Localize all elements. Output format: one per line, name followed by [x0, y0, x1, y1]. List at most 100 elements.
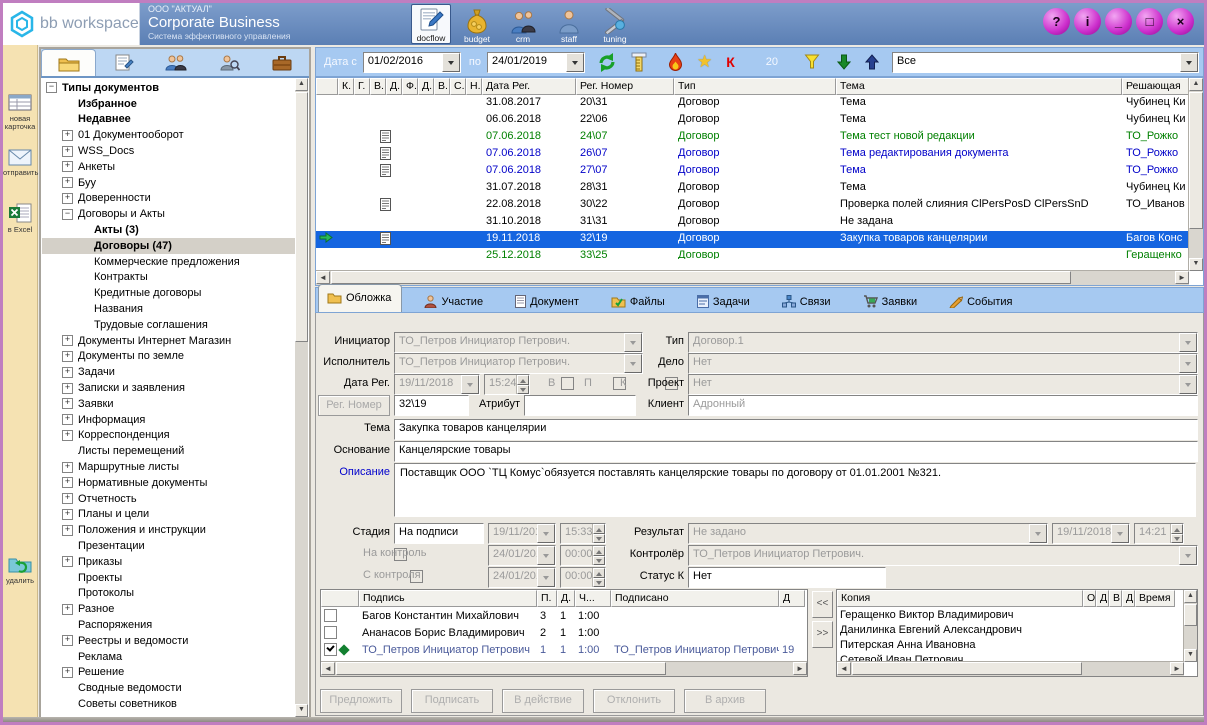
client-field[interactable]: Адронный: [688, 395, 1198, 416]
on-control-date-picker[interactable]: 24/01/2019: [488, 545, 556, 566]
reg-number-field[interactable]: 32\19: [394, 395, 469, 416]
tree-item[interactable]: +Отчетность: [42, 491, 295, 507]
column-header[interactable]: Ф.: [402, 78, 418, 95]
delete-button[interactable]: удалить: [3, 553, 37, 585]
stage-time-spinner[interactable]: 15:33: [560, 523, 606, 544]
tree-item[interactable]: Избранное: [42, 96, 295, 112]
copies-vertical-scrollbar[interactable]: ▲ ▼: [1183, 590, 1197, 662]
action-button-4[interactable]: Отклонить: [593, 689, 675, 713]
sidebar-tab-folders[interactable]: [41, 49, 96, 76]
favorite-star-icon[interactable]: ★: [697, 52, 712, 72]
chevron-down-icon[interactable]: [566, 53, 584, 72]
document-row[interactable]: 31.08.201720\31ДоговорТемаЧубинец Ки: [316, 95, 1189, 112]
tree-item[interactable]: +Анкеты: [42, 159, 295, 175]
module-staff[interactable]: staff: [549, 4, 589, 44]
new-card-button[interactable]: новая карточка: [3, 93, 37, 131]
tree-item[interactable]: +Нормативные документы: [42, 475, 295, 491]
signature-row[interactable]: ТО_Петров Инициатор Петрович111:00ТО_Пет…: [321, 641, 807, 658]
chevron-down-icon[interactable]: [537, 568, 555, 587]
expand-icon[interactable]: +: [62, 430, 73, 441]
scroll-right-icon[interactable]: ►: [793, 662, 807, 675]
tree-item[interactable]: +Доверенности: [42, 191, 295, 207]
tree-item[interactable]: Презентации: [42, 538, 295, 554]
chevron-down-icon[interactable]: [1179, 375, 1197, 394]
tree-item[interactable]: +Документы по земле: [42, 349, 295, 365]
result-time-spinner[interactable]: 14:21: [1134, 523, 1184, 544]
expand-icon[interactable]: +: [62, 130, 73, 141]
chevron-down-icon[interactable]: [1179, 354, 1197, 373]
signature-row[interactable]: Багов Константин Михайлович311:00: [321, 607, 807, 624]
column-header[interactable]: Г.: [354, 78, 370, 95]
tree-item[interactable]: +WSS_Docs: [42, 143, 295, 159]
tree-item[interactable]: +01 Документооборот: [42, 127, 295, 143]
reg-date-picker[interactable]: 19/11/2018: [394, 374, 480, 395]
scrollbar-thumb[interactable]: [331, 271, 1071, 284]
module-tuning[interactable]: tuning: [595, 4, 635, 44]
description-label[interactable]: Описание: [316, 463, 390, 478]
tab-документ[interactable]: Документ: [507, 292, 589, 312]
chevron-down-icon[interactable]: [1180, 53, 1198, 72]
expand-icon[interactable]: +: [62, 556, 73, 567]
chevron-down-icon[interactable]: [537, 524, 555, 543]
scroll-down-icon[interactable]: ▼: [1189, 258, 1203, 271]
tab-события[interactable]: События: [941, 292, 1022, 312]
spin-down-icon[interactable]: [517, 385, 529, 395]
tree-item[interactable]: Кредитные договоры: [42, 285, 295, 301]
documents-vertical-scrollbar[interactable]: ▲ ▼: [1188, 78, 1203, 271]
document-row[interactable]: 07.06.201827\07ДоговорТемаТО_Рожко: [316, 163, 1189, 180]
signature-checkbox[interactable]: [324, 609, 337, 622]
copy-row[interactable]: Питерская Анна Ивановна: [837, 637, 1197, 652]
module-docflow[interactable]: docflow: [411, 4, 451, 44]
column-header[interactable]: О: [1083, 590, 1096, 607]
tree-item[interactable]: +Решение: [42, 664, 295, 680]
tree-item[interactable]: +Задачи: [42, 364, 295, 380]
scroll-right-icon[interactable]: ►: [1175, 271, 1189, 284]
minimize-button[interactable]: _: [1105, 8, 1132, 35]
expand-icon[interactable]: +: [62, 493, 73, 504]
tree-item[interactable]: Протоколы: [42, 586, 295, 602]
column-header[interactable]: Д.: [557, 590, 575, 607]
tree-item[interactable]: +Записки и заявления: [42, 380, 295, 396]
column-header[interactable]: [321, 590, 359, 607]
move-left-button[interactable]: <<: [812, 591, 833, 618]
help-button[interactable]: ?: [1043, 8, 1070, 35]
expand-icon[interactable]: +: [62, 477, 73, 488]
tab-файлы[interactable]: Файлы: [603, 292, 675, 312]
scroll-down-icon[interactable]: ▼: [295, 704, 308, 717]
sort-up-icon[interactable]: [865, 54, 879, 70]
scrollbar-thumb[interactable]: [1184, 604, 1197, 626]
document-row[interactable]: 07.06.201824\07ДоговорТема тест новой ре…: [316, 129, 1189, 146]
controller-select[interactable]: ТО_Петров Инициатор Петрович.: [688, 545, 1198, 566]
document-row[interactable]: 22.08.201830\22ДоговорПроверка полей сли…: [316, 197, 1189, 214]
k-filter-icon[interactable]: К: [726, 54, 735, 70]
tree-item[interactable]: +Буу: [42, 175, 295, 191]
chevron-down-icon[interactable]: [1029, 524, 1047, 543]
tree-item[interactable]: +Реестры и ведомости: [42, 633, 295, 649]
chevron-down-icon[interactable]: [461, 375, 479, 394]
expand-icon[interactable]: +: [62, 193, 73, 204]
column-header[interactable]: Ч...: [575, 590, 611, 607]
signature-row[interactable]: Ананасов Борис Владимирович211:00: [321, 624, 807, 641]
column-header[interactable]: Д: [779, 590, 805, 607]
module-budget[interactable]: budget: [457, 4, 497, 44]
sidebar-tab-inspect[interactable]: [203, 49, 256, 76]
tree-scrollbar-thumb[interactable]: [295, 92, 308, 342]
tree-item[interactable]: −Типы документов: [42, 80, 295, 96]
tab-участие[interactable]: Участие: [416, 292, 493, 312]
tree-item[interactable]: +Заявки: [42, 396, 295, 412]
flame-icon[interactable]: [668, 53, 683, 72]
column-header[interactable]: Время: [1135, 590, 1175, 607]
column-header[interactable]: Д: [1122, 590, 1135, 607]
tab-cover[interactable]: Обложка: [318, 284, 402, 312]
tab-заявки[interactable]: Заявки: [855, 292, 928, 312]
column-header[interactable]: Копия: [837, 590, 1083, 607]
signature-checkbox[interactable]: [324, 643, 337, 656]
document-row[interactable]: 31.07.201828\31ДоговорТемаЧубинец Ки: [316, 180, 1189, 197]
project-select[interactable]: Нет: [688, 374, 1198, 395]
scroll-right-icon[interactable]: ►: [1170, 662, 1184, 675]
column-header[interactable]: Решающая: [1122, 78, 1191, 95]
tree-item[interactable]: +Документы Интернет Магазин: [42, 333, 295, 349]
result-select[interactable]: Не задано: [688, 523, 1048, 544]
tree-item[interactable]: Проекты: [42, 570, 295, 586]
tree-item[interactable]: Листы перемещений: [42, 443, 295, 459]
